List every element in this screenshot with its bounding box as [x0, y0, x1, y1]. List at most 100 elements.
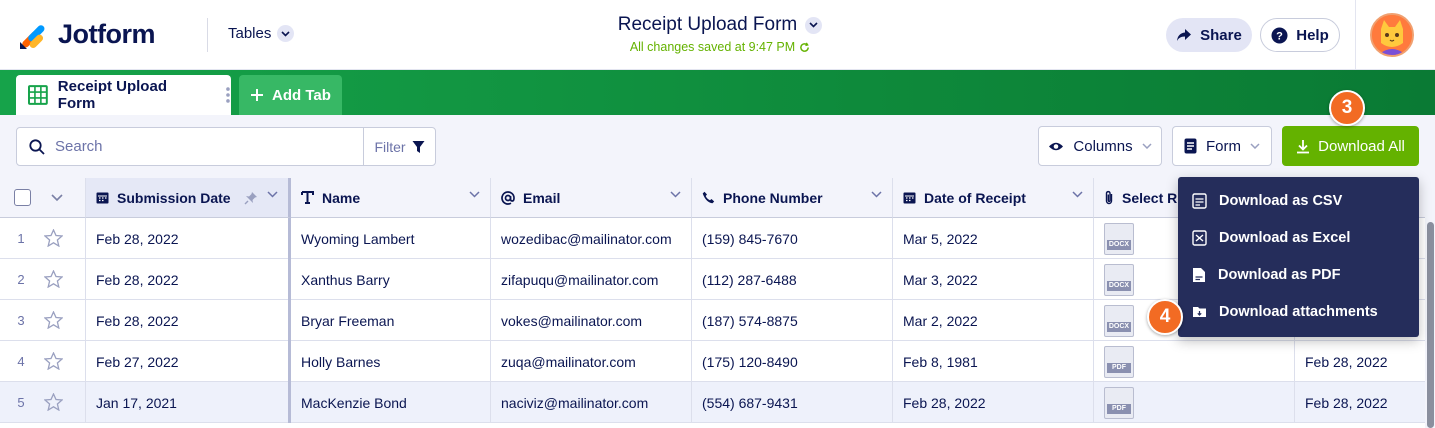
cell-submission-date-text: Feb 27, 2022 — [96, 353, 179, 370]
avatar[interactable] — [1370, 13, 1414, 57]
cell-submission-date[interactable]: Feb 28, 2022 — [86, 259, 291, 300]
text-icon — [301, 191, 314, 204]
cell-phone[interactable]: (554) 687-9431 — [692, 382, 893, 423]
row-controls-cell — [0, 259, 86, 300]
select-all-header — [0, 178, 86, 218]
menu-item-download-excel[interactable]: Download as Excel — [1192, 219, 1350, 256]
filter-label: Filter — [374, 138, 406, 155]
tables-dropdown[interactable]: Tables — [228, 25, 295, 42]
column-header-date-of-receipt[interactable]: Date of Receipt — [893, 178, 1094, 218]
chevron-down-icon[interactable] — [871, 191, 882, 198]
file-type-label: DOCX — [1107, 321, 1131, 332]
chevron-down-icon[interactable] — [670, 191, 681, 198]
help-icon: ? — [1271, 27, 1288, 43]
cell-phone[interactable]: (187) 574-8875 — [692, 300, 893, 341]
form-title: Receipt Upload Form — [617, 14, 798, 35]
cell-name[interactable]: MacKenzie Bond — [291, 382, 491, 423]
cell-email[interactable]: naciviz@mailinator.com — [491, 382, 692, 423]
search-input[interactable]: Search — [16, 127, 364, 166]
download-all-button[interactable]: Download All — [1282, 126, 1419, 166]
cell-email[interactable]: zifapuqu@mailinator.com — [491, 259, 692, 300]
menu-item-download-csv[interactable]: Download as CSV — [1192, 182, 1342, 219]
cell-email[interactable]: vokes@mailinator.com — [491, 300, 692, 341]
table-row[interactable]: 4 Feb 27, 2022 Holly Barnes zuqa@mailinator… — [0, 341, 1435, 382]
cell-extra-date-text: Feb 28, 2022 — [1305, 353, 1388, 370]
chevron-down-icon[interactable] — [267, 191, 278, 198]
cell-date-of-receipt[interactable]: Feb 8, 1981 — [893, 341, 1094, 382]
cell-email-text: zifapuqu@mailinator.com — [501, 271, 659, 288]
chevron-down-icon[interactable] — [51, 193, 63, 202]
cell-date-of-receipt[interactable]: Mar 3, 2022 — [893, 259, 1094, 300]
help-button[interactable]: ? Help — [1260, 18, 1340, 52]
cell-name[interactable]: Wyoming Lambert — [291, 218, 491, 259]
column-header-label: Email — [523, 189, 561, 206]
cell-phone-text: (187) 574-8875 — [702, 312, 798, 329]
column-header-name[interactable]: Name — [291, 178, 491, 218]
logo-text: Jotform — [58, 18, 156, 49]
file-type-label: DOCX — [1107, 239, 1131, 250]
cell-date-of-receipt-text: Mar 2, 2022 — [903, 312, 978, 329]
column-header-email[interactable]: Email — [491, 178, 692, 218]
cell-email[interactable]: wozedibac@mailinator.com — [491, 218, 692, 259]
cell-date-of-receipt-text: Feb 28, 2022 — [903, 394, 986, 411]
cell-date-of-receipt[interactable]: Mar 5, 2022 — [893, 218, 1094, 259]
filter-button[interactable]: Filter — [363, 127, 436, 166]
chevron-down-icon[interactable] — [469, 191, 480, 198]
cell-phone[interactable]: (175) 120-8490 — [692, 341, 893, 382]
cell-email-text: naciviz@mailinator.com — [501, 394, 649, 411]
file-attachment-icon[interactable]: DOCX — [1104, 222, 1134, 255]
cell-submission-date[interactable]: Feb 27, 2022 — [86, 341, 291, 382]
cell-date-of-receipt-text: Feb 8, 1981 — [903, 353, 978, 370]
cell-extra-date[interactable]: Feb 28, 2022 — [1295, 341, 1425, 382]
cell-select-receipt[interactable]: PDF — [1094, 382, 1295, 423]
vertical-scrollbar-thumb[interactable] — [1427, 222, 1434, 428]
cell-name-text: Holly Barnes — [301, 353, 381, 370]
cell-name[interactable]: Holly Barnes — [291, 341, 491, 382]
select-all-checkbox[interactable] — [14, 189, 31, 206]
jotform-logo[interactable]: Jotform — [18, 18, 156, 50]
download-icon — [1297, 139, 1310, 153]
pin-icon[interactable] — [244, 191, 258, 205]
cell-phone-text: (554) 687-9431 — [702, 394, 798, 411]
cell-submission-date-text: Feb 28, 2022 — [96, 271, 179, 288]
menu-item-download-pdf[interactable]: Download as PDF — [1192, 256, 1340, 293]
calendar-icon — [903, 192, 916, 204]
column-header-phone[interactable]: Phone Number — [692, 178, 893, 218]
cell-name[interactable]: Xanthus Barry — [291, 259, 491, 300]
cell-date-of-receipt[interactable]: Mar 2, 2022 — [893, 300, 1094, 341]
cell-submission-date[interactable]: Jan 17, 2021 — [86, 382, 291, 423]
chevron-down-icon — [805, 16, 823, 34]
column-header-submission-date[interactable]: Submission Date — [86, 178, 291, 218]
cell-submission-date[interactable]: Feb 28, 2022 — [86, 218, 291, 259]
file-type-label: DOCX — [1107, 280, 1131, 291]
cell-extra-date[interactable]: Feb 28, 2022 — [1295, 382, 1425, 423]
form-doc-icon — [1184, 138, 1197, 154]
csv-icon — [1192, 192, 1207, 209]
share-button[interactable]: Share — [1166, 18, 1252, 52]
columns-button[interactable]: Columns — [1038, 126, 1162, 166]
add-tab-button[interactable]: Add Tab — [239, 75, 342, 115]
form-button[interactable]: Form — [1172, 126, 1272, 166]
more-vertical-icon[interactable] — [225, 86, 231, 104]
file-type-label: PDF — [1107, 362, 1131, 373]
file-attachment-icon[interactable]: PDF — [1104, 345, 1134, 378]
file-attachment-icon[interactable]: DOCX — [1104, 263, 1134, 296]
chevron-down-icon[interactable] — [1072, 191, 1083, 198]
form-title-dropdown[interactable]: Receipt Upload Form — [618, 14, 823, 36]
table-row[interactable]: 5 Jan 17, 2021 MacKenzie Bond naciviz@maili… — [0, 382, 1435, 423]
svg-text:?: ? — [1276, 30, 1283, 42]
share-arrow-icon — [1177, 29, 1192, 41]
cell-phone[interactable]: (112) 287-6488 — [692, 259, 893, 300]
cell-name[interactable]: Bryar Freeman — [291, 300, 491, 341]
form-label: Form — [1206, 137, 1241, 155]
cell-submission-date[interactable]: Feb 28, 2022 — [86, 300, 291, 341]
cell-select-receipt[interactable]: PDF — [1094, 341, 1295, 382]
search-placeholder: Search — [55, 138, 103, 155]
menu-item-download-attachments[interactable]: Download attachments — [1192, 293, 1378, 330]
file-attachment-icon[interactable]: PDF — [1104, 386, 1134, 419]
cell-email[interactable]: zuqa@mailinator.com — [491, 341, 692, 382]
cell-date-of-receipt[interactable]: Feb 28, 2022 — [893, 382, 1094, 423]
tab-receipt-upload-form[interactable]: Receipt Upload Form — [16, 75, 231, 115]
cell-phone[interactable]: (159) 845-7670 — [692, 218, 893, 259]
file-attachment-icon[interactable]: DOCX — [1104, 304, 1134, 337]
